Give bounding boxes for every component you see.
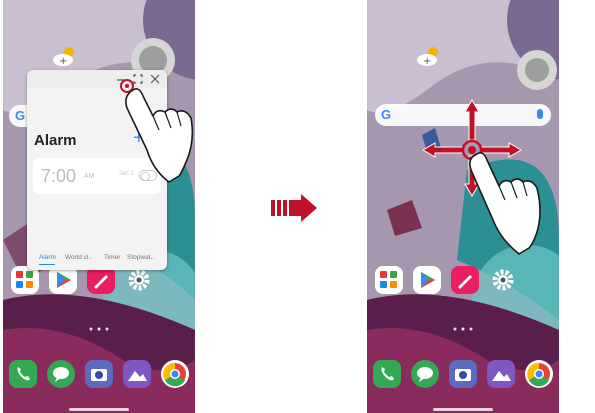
phone-icon[interactable]: [373, 360, 401, 388]
settings-icon[interactable]: [489, 266, 517, 294]
mic-icon[interactable]: [537, 109, 543, 119]
right-phone-screen: + G: [367, 0, 559, 413]
play-store-icon[interactable]: [49, 266, 77, 294]
active-tab-indicator: [39, 264, 55, 265]
navigation-handle[interactable]: [433, 408, 493, 411]
minimize-icon[interactable]: [116, 74, 126, 84]
popup-title: Alarm: [34, 132, 77, 149]
wallpaper: [367, 0, 559, 413]
tab-stopwatch[interactable]: Stopwat..: [127, 254, 154, 261]
gallery-icon[interactable]: [487, 360, 515, 388]
gallery-icon[interactable]: [123, 360, 151, 388]
navigation-handle[interactable]: [69, 408, 129, 411]
google-logo: G: [15, 108, 26, 123]
phone-icon[interactable]: [9, 360, 37, 388]
tab-timer[interactable]: Timer: [104, 254, 120, 261]
maximize-icon[interactable]: [133, 74, 143, 84]
chrome-icon[interactable]: [525, 360, 553, 388]
svg-text:+: +: [423, 56, 431, 67]
settings-icon[interactable]: [125, 266, 153, 294]
camera-icon[interactable]: [449, 360, 477, 388]
alarm-toggle[interactable]: [139, 170, 157, 181]
google-logo: G: [381, 107, 392, 122]
weather-icon[interactable]: +: [415, 44, 445, 68]
play-store-icon[interactable]: [413, 266, 441, 294]
close-icon[interactable]: [149, 73, 161, 85]
camera-icon[interactable]: [85, 360, 113, 388]
svg-text:+: +: [59, 56, 67, 67]
alarm-ampm: AM: [84, 173, 95, 180]
alarm-popup-window[interactable]: Alarm + 7:00 AM Jan 1 Alarm World cl.. T…: [27, 70, 167, 270]
pen-icon[interactable]: [87, 266, 115, 294]
alarm-time: 7:00: [41, 166, 77, 186]
left-phone-screen: + G Alarm + 7:00 AM Jan 1 Alarm World cl…: [3, 0, 195, 413]
folder-icon[interactable]: [11, 266, 39, 294]
page-indicator: [89, 327, 109, 331]
tab-alarm[interactable]: Alarm: [39, 254, 56, 261]
transition-arrow-icon: [271, 194, 317, 222]
messages-icon[interactable]: [411, 360, 439, 388]
chrome-icon[interactable]: [161, 360, 189, 388]
alarm-date: Jan 1: [119, 171, 134, 177]
page-indicator: [453, 327, 473, 331]
pen-icon[interactable]: [451, 266, 479, 294]
popup-tabs: Alarm World cl.. Timer Stopwat..: [27, 254, 167, 268]
tab-world-clock[interactable]: World cl..: [65, 254, 92, 261]
folder-icon[interactable]: [375, 266, 403, 294]
add-alarm-button[interactable]: +: [133, 127, 145, 150]
alarm-item[interactable]: 7:00 AM Jan 1: [33, 158, 161, 194]
popup-title-bar[interactable]: [27, 70, 167, 88]
google-search-bar[interactable]: G: [375, 104, 551, 126]
messages-icon[interactable]: [47, 360, 75, 388]
weather-icon[interactable]: +: [51, 44, 81, 68]
